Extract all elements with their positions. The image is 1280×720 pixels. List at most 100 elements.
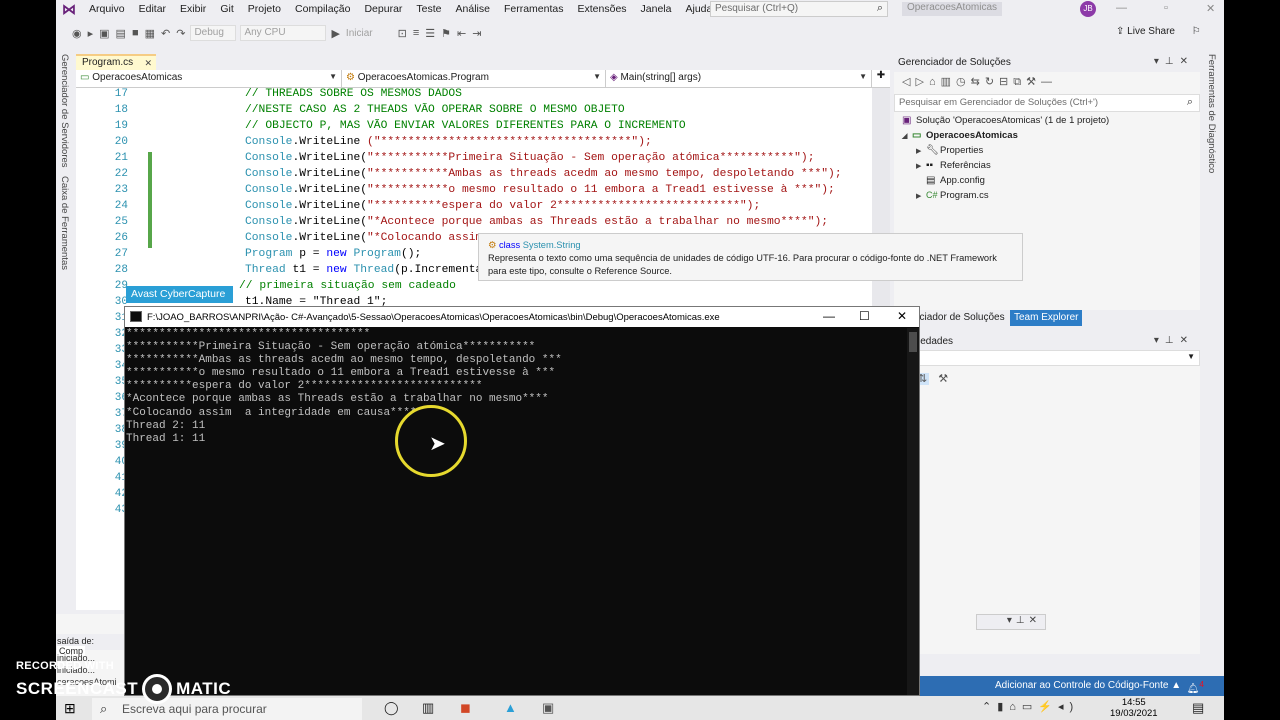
code-token-type: Console <box>245 152 293 164</box>
camera-icon[interactable]: ⊡ <box>398 27 407 40</box>
code-line-19: // OBJECTO P, MAS VÃO ENVIAR VALORES DIF… <box>245 120 686 132</box>
task-view-icon[interactable]: ◯ <box>384 700 399 716</box>
diagnostic-tools-tab[interactable]: Ferramentas de Diagnóstico <box>1206 54 1217 173</box>
scroll-thumb[interactable] <box>909 332 917 352</box>
menu-item-compilacao[interactable]: Compilação <box>288 3 357 15</box>
menu-item-git[interactable]: Git <box>213 3 240 15</box>
panel-controls[interactable]: ▾⊥✕ <box>1154 335 1194 346</box>
menu-item-editar[interactable]: Editar <box>132 3 173 15</box>
live-share-button[interactable]: ⇪ Live Share ⚐ <box>1116 26 1201 37</box>
show-all-icon[interactable]: ⧉ <box>1013 76 1026 88</box>
taskbar-clock[interactable]: 14:55 19/03/2021 <box>1110 697 1158 719</box>
avatar[interactable]: JB <box>1080 1 1096 17</box>
code-token-string: "*Colocando assim <box>367 232 483 244</box>
powerpoint-icon[interactable]: ◼ <box>460 700 471 716</box>
menu-item-arquivo[interactable]: Arquivo <box>82 3 132 15</box>
collapsed-icon[interactable]: ▶ <box>916 147 926 155</box>
back-icon[interactable]: ◉ <box>72 27 82 40</box>
maximize-icon[interactable]: ☐ <box>859 309 870 323</box>
menu-item-extensoes[interactable]: Extensões <box>571 3 634 15</box>
save-icon[interactable]: ■ <box>132 27 139 39</box>
notification-bell-icon[interactable]: 🔔︎4 <box>1187 679 1204 694</box>
close-tab-icon[interactable]: ✕ <box>144 56 152 70</box>
property-pages-icon[interactable]: ⚒ <box>938 373 948 385</box>
bookmark-prev-icon[interactable]: ⇤ <box>457 27 466 40</box>
panel-controls[interactable]: ▾⊥✕ <box>1154 56 1194 67</box>
start-button[interactable]: Iniciar <box>346 28 373 39</box>
line-number: 30 <box>114 296 128 308</box>
history-icon[interactable]: ◷ <box>956 76 971 88</box>
comment-icon[interactable]: ☰ <box>425 27 435 40</box>
menu-item-depurar[interactable]: Depurar <box>357 3 409 15</box>
properties-object-select[interactable]: ▼ <box>894 350 1200 366</box>
collapsed-icon[interactable]: ▶ <box>916 162 926 170</box>
screencast-logo-icon <box>142 674 173 704</box>
widgets-icon[interactable]: ▥ <box>422 700 434 716</box>
tree-item-references[interactable]: ▶ ▪▪ Referências <box>916 160 991 171</box>
server-explorer-tab[interactable]: Gerenciador de Servidores <box>59 54 70 168</box>
menu-item-ferramentas[interactable]: Ferramentas <box>497 3 571 15</box>
expanded-icon[interactable]: ◢ <box>902 132 912 140</box>
collapsed-icon[interactable]: ▶ <box>916 192 926 200</box>
toolbox-tab[interactable]: Caixa de Ferramentas <box>59 176 70 270</box>
forward-icon[interactable]: ▷ <box>915 76 928 88</box>
start-icon[interactable]: ▶ <box>331 27 339 40</box>
split-icon[interactable]: ✚ <box>872 70 890 87</box>
switch-view-icon[interactable]: ▥ <box>941 76 956 88</box>
sync-icon[interactable]: ⇆ <box>971 76 985 88</box>
menu-item-projeto[interactable]: Projeto <box>241 3 288 15</box>
console-scrollbar[interactable] <box>907 328 919 695</box>
maximize-icon[interactable]: ▫ <box>1164 2 1168 14</box>
undo-icon[interactable]: ↶ <box>161 27 170 40</box>
format-icon[interactable]: ≡ <box>413 27 419 39</box>
menu-item-analise[interactable]: Análise <box>449 3 497 15</box>
source-control-button[interactable]: Adicionar ao Controle do Código-Fonte <box>995 680 1168 691</box>
platform-select[interactable]: Any CPU <box>240 25 327 41</box>
code-token-string: "**********espera do valor 2************… <box>367 200 761 212</box>
redo-icon[interactable]: ↷ <box>176 27 185 40</box>
code-line-23: Console.WriteLine("***********o mesmo re… <box>245 184 835 196</box>
console-taskbar-icon[interactable]: ▣ <box>542 700 554 716</box>
new-file-icon[interactable]: ▣ <box>99 27 109 40</box>
bookmark-next-icon[interactable]: ⇥ <box>472 27 481 40</box>
minimize-icon[interactable]: — <box>1116 2 1127 14</box>
vpn-icon[interactable]: ▲ <box>504 700 517 715</box>
class-select[interactable]: ⚙ OperacoesAtomicas.Program ▼ <box>342 70 606 87</box>
close-icon[interactable]: ✕ <box>1206 2 1215 15</box>
home-icon[interactable]: ⌂ <box>929 76 941 88</box>
project-select[interactable]: ▭ OperacoesAtomicas ▼ <box>76 70 342 87</box>
notifications-icon[interactable]: ▤ <box>1192 700 1204 716</box>
search-input[interactable]: Pesquisar (Ctrl+Q) ⌕ <box>710 1 888 17</box>
menu-item-janela[interactable]: Janela <box>634 3 679 15</box>
tree-item-app-config[interactable]: ▤ App.config <box>926 175 985 186</box>
menu-item-exibir[interactable]: Exibir <box>173 3 213 15</box>
refresh-icon[interactable]: ↻ <box>985 76 999 88</box>
method-icon: ◈ <box>610 72 621 83</box>
collapse-icon[interactable]: ⊟ <box>999 76 1013 88</box>
tree-solution[interactable]: ▣ Solução 'OperacoesAtomicas' (1 de 1 pro… <box>902 115 1109 126</box>
tab-program-cs[interactable]: Program.cs ✕ <box>76 54 156 70</box>
back-icon[interactable]: ◁ <box>902 76 915 88</box>
bookmark-icon[interactable]: ⚑ <box>441 27 451 40</box>
system-tray[interactable]: ⌃▮⌂▭⚡◂) <box>982 700 1079 713</box>
floating-panel-controls[interactable]: ▾⊥✕ <box>976 614 1046 630</box>
open-folder-icon[interactable]: ▤ <box>116 27 126 40</box>
config-select[interactable]: Debug <box>190 25 237 41</box>
console-title-bar[interactable]: F:\JOAO_BARROS\ANPRI\Ação- C#-Avançado\5… <box>125 307 919 327</box>
solution-search-input[interactable]: Pesquisar em Gerenciador de Soluções (Ct… <box>894 94 1200 112</box>
forward-icon[interactable]: ▸ <box>88 27 94 40</box>
tree-project[interactable]: ◢ ▭ OperacoesAtomicas <box>902 130 1018 141</box>
tree-item-program-cs[interactable]: ▶ C# Program.cs <box>916 190 989 201</box>
save-all-icon[interactable]: ▦ <box>145 27 155 40</box>
tree-item-properties[interactable]: ▶ 🔧︎Properties <box>916 145 983 156</box>
menu-item-teste[interactable]: Teste <box>409 3 448 15</box>
tab-team-explorer[interactable]: Team Explorer <box>1010 310 1083 326</box>
feedback-icon[interactable]: ⚐ <box>1192 26 1201 37</box>
console-window[interactable]: F:\JOAO_BARROS\ANPRI\Ação- C#-Avançado\5… <box>124 306 920 696</box>
tab-solution-explorer[interactable]: nciador de Soluções <box>914 312 1005 323</box>
properties-icon[interactable]: ⚒ <box>1026 76 1041 88</box>
close-icon[interactable]: ✕ <box>897 309 907 323</box>
minimize-icon[interactable]: — <box>823 309 835 323</box>
member-select[interactable]: ◈ Main(string[] args) ▼ <box>606 70 872 87</box>
pin-icon[interactable]: — <box>1041 76 1057 88</box>
